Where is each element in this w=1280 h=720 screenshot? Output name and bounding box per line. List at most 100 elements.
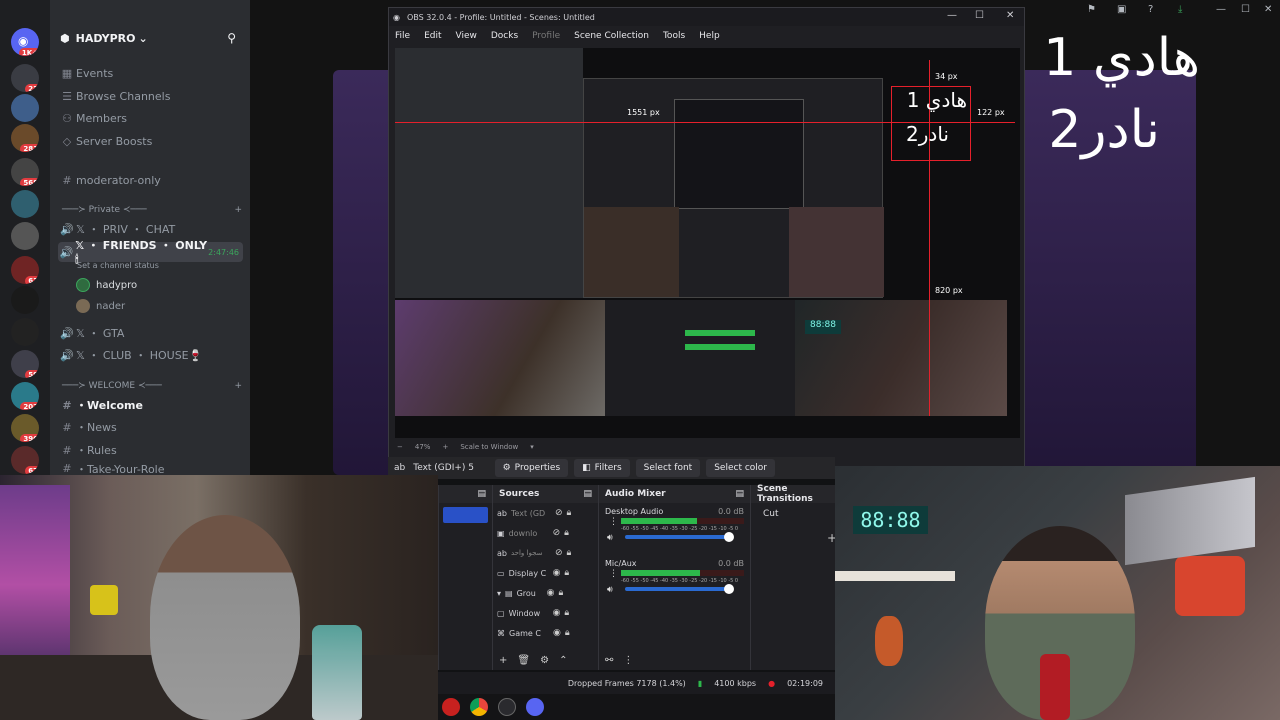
- channel-gta[interactable]: 🔊 𝕏 ・ GTA: [58, 323, 243, 343]
- lock-icon[interactable]: 🔒︎: [567, 508, 572, 518]
- chevron-up-icon[interactable]: ⌃: [559, 655, 567, 666]
- voice-user[interactable]: hadypro: [76, 276, 137, 294]
- eye-off-icon[interactable]: ⊘: [553, 528, 561, 538]
- channel-moderator[interactable]: # moderator-only: [58, 170, 243, 190]
- transition-select[interactable]: Cut: [757, 509, 829, 525]
- source-item[interactable]: ab سجوا واحد ⊘ 🔒︎: [493, 543, 598, 563]
- scene-item-selected[interactable]: [443, 507, 488, 523]
- gear-icon[interactable]: ⚙: [540, 655, 549, 666]
- guild-icon[interactable]: [11, 190, 39, 218]
- guild-icon[interactable]: 202: [11, 382, 39, 410]
- server-header[interactable]: ⬢ HADYPRO ⌄ ⚲: [50, 24, 250, 52]
- trash-icon[interactable]: 🗑︎: [517, 655, 530, 666]
- source-item[interactable]: ab Text (GD ⊘ 🔒︎: [493, 503, 598, 523]
- eye-icon[interactable]: ◉: [553, 628, 561, 638]
- speaker-icon[interactable]: 🔊︎: [607, 533, 613, 543]
- lock-icon[interactable]: 🔒︎: [564, 568, 569, 578]
- discord-icon[interactable]: [526, 698, 544, 716]
- channel-take-role[interactable]: # ・Take-Your-Role: [58, 462, 243, 475]
- channel-welcome[interactable]: # ・Welcome: [58, 395, 243, 415]
- source-item[interactable]: ▭ Display C ◉ 🔒︎: [493, 563, 598, 583]
- channel-friends-only[interactable]: 🔊 𝕏 ・ FRIENDS ・ ONLY 🕯 2:47:46: [58, 239, 243, 266]
- select-color-button[interactable]: Select color: [706, 459, 775, 477]
- slider-knob[interactable]: [724, 584, 734, 594]
- volume-slider[interactable]: [625, 532, 734, 542]
- obs-icon[interactable]: [498, 698, 516, 716]
- lock-icon[interactable]: 🔒︎: [567, 548, 572, 558]
- guild-icon[interactable]: 568: [11, 158, 39, 186]
- channel-club-house[interactable]: 🔊 𝕏 ・ CLUB ・ HOUSE🍷: [58, 345, 243, 365]
- menu-view[interactable]: View: [456, 31, 477, 41]
- add-member-icon[interactable]: ⚲: [227, 31, 236, 45]
- guild-icon[interactable]: 23: [11, 64, 39, 92]
- plus-icon[interactable]: +: [234, 205, 242, 215]
- volume-slider[interactable]: [625, 584, 734, 594]
- channel-rules[interactable]: # ・Rules: [58, 440, 243, 460]
- channel-news[interactable]: # ・News: [58, 417, 243, 437]
- dock-menu-icon[interactable]: ▤: [735, 489, 744, 499]
- chevron-down-icon[interactable]: ▾: [497, 589, 501, 598]
- channel-status[interactable]: Set a channel status: [77, 261, 159, 270]
- add-icon[interactable]: +: [499, 655, 507, 666]
- lock-icon[interactable]: 🔒︎: [558, 588, 563, 598]
- speaker-icon[interactable]: 🔊︎: [607, 585, 613, 595]
- maximize-icon[interactable]: ☐: [975, 10, 984, 21]
- channel-members[interactable]: ⚇ Members: [58, 108, 243, 128]
- dock-menu-icon[interactable]: ▤: [583, 489, 592, 499]
- chevron-down-icon[interactable]: ▾: [530, 443, 534, 451]
- eye-icon[interactable]: ◉: [553, 608, 561, 618]
- download-icon[interactable]: ⤓: [1178, 4, 1182, 15]
- source-item[interactable]: ▣ downlo ⊘ 🔒︎: [493, 523, 598, 543]
- menu-tools[interactable]: Tools: [663, 31, 685, 41]
- help-icon[interactable]: ?: [1148, 4, 1153, 15]
- menu-edit[interactable]: Edit: [424, 31, 441, 41]
- category-private[interactable]: ───≻ Private ≺─── +: [62, 205, 242, 215]
- menu-scene-collection[interactable]: Scene Collection: [574, 31, 649, 41]
- flag-icon[interactable]: ⚑: [1087, 4, 1096, 15]
- screen-icon[interactable]: ▣: [1117, 4, 1126, 15]
- eye-icon[interactable]: ◉: [553, 568, 561, 578]
- menu-profile[interactable]: Profile: [532, 31, 560, 41]
- dock-menu-icon[interactable]: ▤: [477, 489, 486, 499]
- minimize-icon[interactable]: —: [947, 10, 957, 21]
- guild-icon[interactable]: 396: [11, 414, 39, 442]
- guild-icon[interactable]: 63: [11, 256, 39, 284]
- more-icon[interactable]: ⋮: [609, 517, 618, 527]
- select-font-button[interactable]: Select font: [635, 459, 701, 477]
- menu-help[interactable]: Help: [699, 31, 720, 41]
- guild-icon[interactable]: 281: [11, 124, 39, 152]
- plus-icon[interactable]: +: [234, 381, 242, 391]
- minimize-icon[interactable]: —: [1216, 4, 1226, 15]
- menu-docks[interactable]: Docks: [491, 31, 518, 41]
- guild-icon[interactable]: 59: [11, 350, 39, 378]
- minus-icon[interactable]: −: [397, 443, 403, 451]
- category-welcome[interactable]: ───≻ WELCOME ≺─── +: [62, 381, 242, 391]
- channel-browse[interactable]: ☰ Browse Channels: [58, 86, 243, 106]
- lock-icon[interactable]: 🔒︎: [564, 528, 569, 538]
- source-item[interactable]: ⌘ Game C ◉ 🔒︎: [493, 623, 598, 643]
- channel-events[interactable]: ▦ Events: [58, 63, 243, 83]
- source-item[interactable]: ▾ ▤ Grou ◉ 🔒︎: [493, 583, 598, 603]
- discord-home-icon[interactable]: ◉ 1K+: [11, 28, 39, 56]
- slider-knob[interactable]: [724, 532, 734, 542]
- app-icon[interactable]: [442, 698, 460, 716]
- source-item[interactable]: ▢ Window ◉ 🔒︎: [493, 603, 598, 623]
- scale-mode[interactable]: Scale to Window: [460, 443, 518, 451]
- guild-icon[interactable]: [11, 222, 39, 250]
- eye-off-icon[interactable]: ⊘: [555, 508, 563, 518]
- close-icon[interactable]: ✕: [1264, 4, 1272, 15]
- plus-icon[interactable]: +: [442, 443, 448, 451]
- channel-boosts[interactable]: ◇ Server Boosts: [58, 131, 243, 151]
- guild-icon[interactable]: 67: [11, 446, 39, 474]
- eye-icon[interactable]: ◉: [547, 588, 555, 598]
- guild-icon[interactable]: [11, 318, 39, 346]
- link-icon[interactable]: ⚯: [605, 655, 613, 666]
- voice-user[interactable]: nader: [76, 297, 125, 315]
- maximize-icon[interactable]: ☐: [1241, 4, 1250, 15]
- guild-icon[interactable]: [11, 286, 39, 314]
- lock-icon[interactable]: 🔒︎: [564, 608, 569, 618]
- close-icon[interactable]: ✕: [1006, 10, 1014, 21]
- guild-icon[interactable]: [11, 94, 39, 122]
- obs-preview[interactable]: 88:88 هادي 1 نادر2 34 px 1551 px 122 px …: [395, 48, 1020, 438]
- more-icon[interactable]: ⋮: [623, 655, 633, 666]
